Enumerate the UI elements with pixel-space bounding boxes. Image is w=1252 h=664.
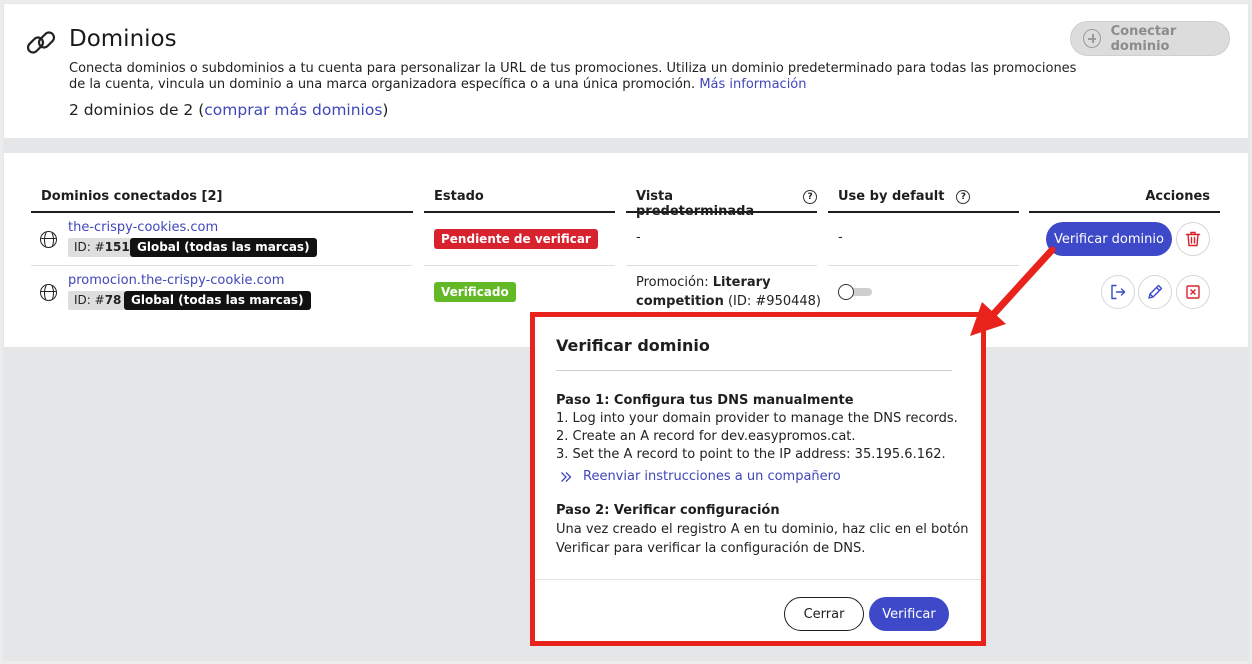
row-divider xyxy=(626,265,817,266)
column-header-default-view-label: Vista predeterminada xyxy=(636,189,755,219)
step1-line: 2. Create an A record for dev.easypromos… xyxy=(556,429,856,444)
double-chevron-right-icon xyxy=(561,471,572,482)
annotation-arrow xyxy=(970,246,1056,336)
globe-icon xyxy=(40,231,57,248)
description-text: Conecta dominios o subdominios a tu cuen… xyxy=(69,61,1077,92)
step1-line: 3. Set the A record to point to the IP a… xyxy=(556,447,946,462)
pencil-icon xyxy=(1148,284,1163,299)
toggle-knob xyxy=(838,284,854,300)
verify-button[interactable]: Verificar xyxy=(869,597,949,631)
edit-button[interactable] xyxy=(1138,275,1172,309)
verify-domain-modal: Verificar dominio Paso 1: Configura tus … xyxy=(535,317,981,641)
default-view-value: - xyxy=(636,230,641,245)
buy-more-domains-link[interactable]: comprar más dominios xyxy=(204,101,382,119)
id-value: 151 xyxy=(104,240,130,254)
step2-line: Verificar para verificar la configuració… xyxy=(556,541,866,556)
connect-domain-label: Conectar dominio xyxy=(1110,23,1177,54)
row-divider xyxy=(31,265,412,266)
status-badge: Verificado xyxy=(434,282,516,302)
id-label: ID: # xyxy=(74,240,105,254)
id-badge: ID: #151 xyxy=(68,238,136,257)
modal-title: Verificar dominio xyxy=(556,336,710,355)
forward-instructions-label: Reenviar instrucciones a un compañero xyxy=(583,469,841,484)
brand-badge: Global (todas las marcas) xyxy=(124,291,311,310)
column-header-use-by-default-label: Use by default xyxy=(838,189,945,204)
step1-title: Paso 1: Configura tus DNS manualmente xyxy=(556,393,854,408)
count-suffix: ) xyxy=(382,101,389,119)
domain-link[interactable]: promocion.the-crispy-cookie.com xyxy=(68,273,284,288)
row-divider xyxy=(424,265,615,266)
brand-badge: Global (todas las marcas) xyxy=(130,238,317,257)
modal-footer-divider xyxy=(535,579,981,580)
open-button[interactable] xyxy=(1101,275,1135,309)
step2-title: Paso 2: Verificar configuración xyxy=(556,503,780,518)
column-header-actions-label: Acciones xyxy=(1145,189,1210,204)
exit-icon xyxy=(1111,284,1126,300)
domain-count: 2 dominios de 2 (comprar más dominios) xyxy=(69,101,388,119)
promotion-name-part: competition xyxy=(636,294,724,309)
count-prefix: 2 dominios de 2 ( xyxy=(69,101,205,119)
page-description: Conecta dominios o subdominios a tu cuen… xyxy=(69,61,1079,93)
id-value: 78 xyxy=(104,293,122,307)
close-box-icon xyxy=(1186,285,1200,299)
trash-icon xyxy=(1185,231,1201,247)
use-by-default-value: - xyxy=(838,230,843,245)
domain-link[interactable]: the-crispy-cookies.com xyxy=(68,220,218,235)
modal-divider xyxy=(556,370,952,371)
connect-domain-button[interactable]: Conectar dominio xyxy=(1070,21,1230,56)
default-view-prefix: Promoción: xyxy=(636,275,713,290)
globe-icon xyxy=(40,284,57,301)
promotion-name-part: Literary xyxy=(712,275,771,290)
promotion-id: (ID: #950448) xyxy=(723,294,821,309)
step2-line: Una vez creado el registro A en tu domin… xyxy=(556,522,969,537)
default-view-value: Promoción: Literary competition (ID: #95… xyxy=(636,273,821,311)
link-icon xyxy=(26,31,56,54)
header-card: Dominios Conecta dominios o subdominios … xyxy=(4,4,1248,138)
forward-instructions-link[interactable]: Reenviar instrucciones a un compañero xyxy=(560,469,841,484)
page-title: Dominios xyxy=(69,26,177,52)
remove-button[interactable] xyxy=(1176,275,1210,309)
status-badge: Pendiente de verificar xyxy=(434,229,598,249)
close-button[interactable]: Cerrar xyxy=(784,597,864,631)
id-badge: ID: #78 xyxy=(68,291,128,310)
column-header-actions: Acciones xyxy=(1029,189,1220,213)
use-by-default-toggle[interactable] xyxy=(838,284,872,300)
column-header-status: Estado xyxy=(424,189,615,213)
step1-line: 1. Log into your domain provider to mana… xyxy=(556,411,958,426)
more-info-link[interactable]: Más información xyxy=(699,77,806,92)
delete-button[interactable] xyxy=(1176,222,1210,256)
plus-circle-icon xyxy=(1083,29,1101,48)
column-header-use-by-default: Use by default? xyxy=(828,189,1019,213)
column-header-status-label: Estado xyxy=(434,189,484,204)
id-label: ID: # xyxy=(74,293,105,307)
column-header-domains-label: Dominios conectados [2] xyxy=(41,189,223,204)
help-icon[interactable]: ? xyxy=(803,190,817,204)
column-header-domains: Dominios conectados [2] xyxy=(31,189,413,213)
column-header-default-view: Vista predeterminada? xyxy=(626,189,817,219)
help-icon[interactable]: ? xyxy=(956,190,971,204)
